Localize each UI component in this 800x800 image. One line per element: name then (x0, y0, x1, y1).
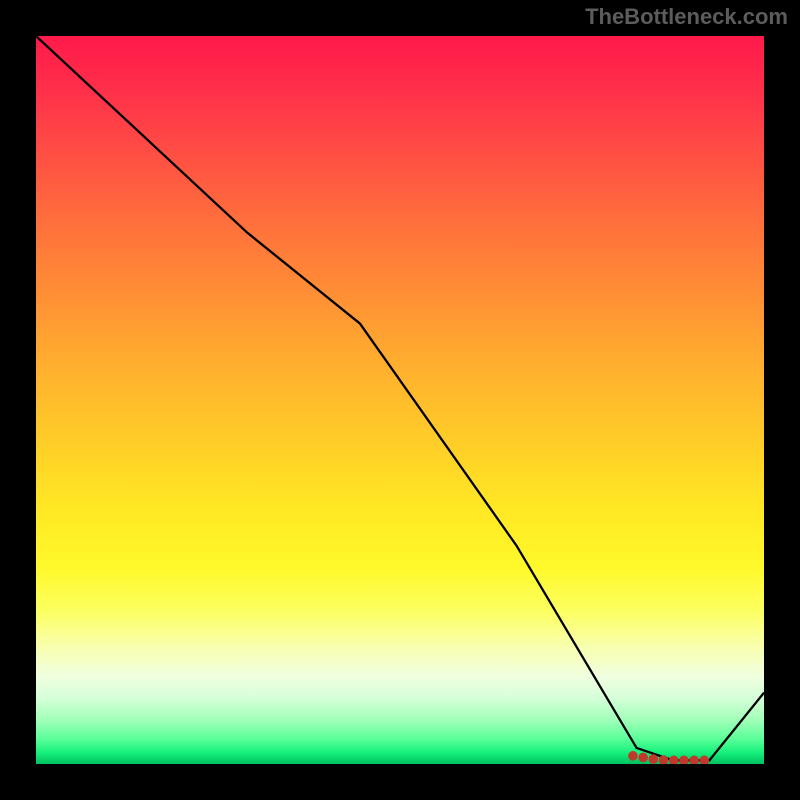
marker-dot (638, 753, 648, 763)
marker-dot (689, 756, 699, 764)
marker-dot (649, 754, 659, 764)
marker-dot (700, 756, 710, 764)
chart-svg (36, 36, 764, 764)
marker-dot (628, 751, 638, 761)
plot-area (36, 36, 764, 764)
chart-container: TheBottleneck.com (0, 0, 800, 800)
series-line (36, 36, 764, 760)
series-markers (628, 751, 709, 764)
marker-dot (679, 756, 689, 764)
marker-dot (669, 756, 679, 764)
line-series (36, 36, 764, 760)
attribution-label: TheBottleneck.com (585, 4, 788, 30)
